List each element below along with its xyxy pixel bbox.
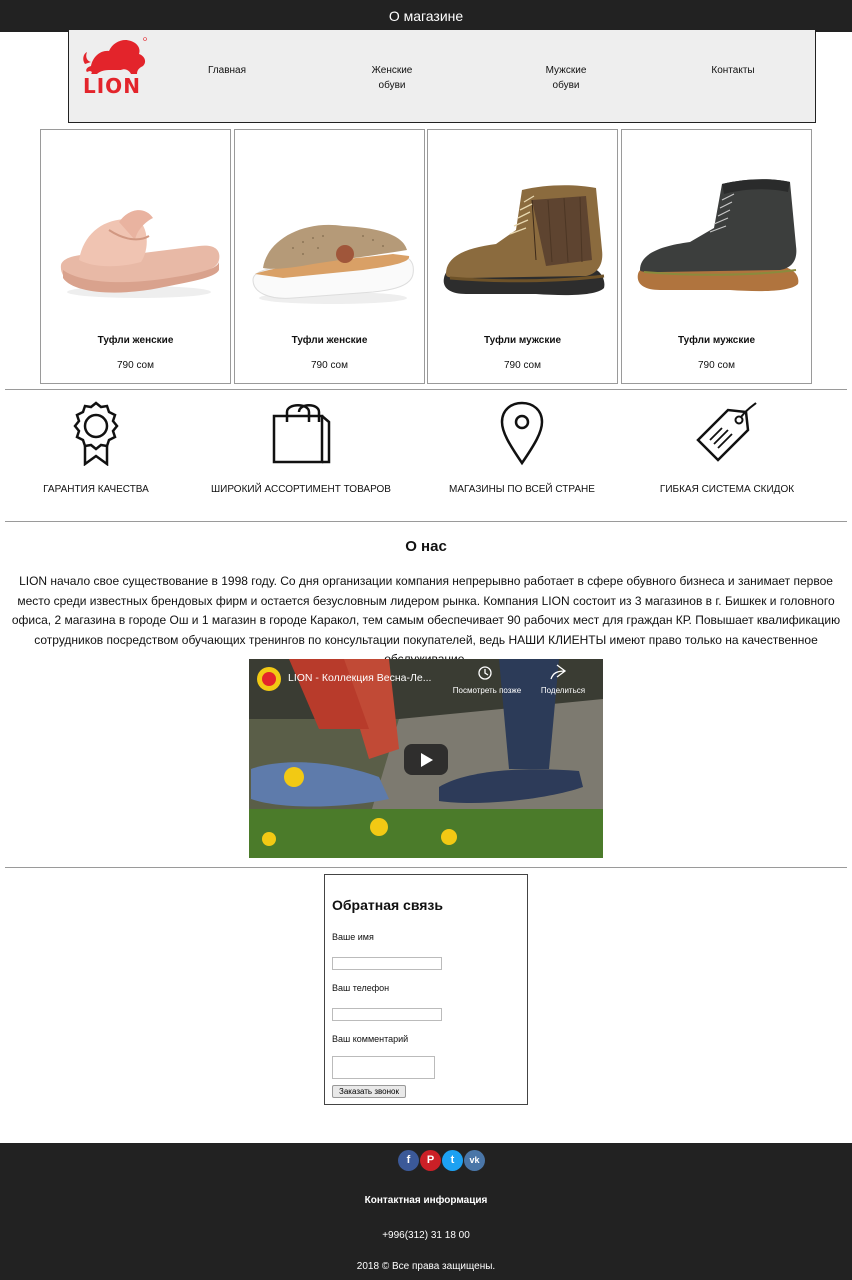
video-embed[interactable]: LION - Коллекция Весна-Ле... Посмотреть … — [249, 659, 603, 858]
about-text: LION начало свое существование в 1998 го… — [11, 574, 841, 666]
feature-label: ШИРОКИЙ АССОРТИМЕНТ ТОВАРОВ — [211, 484, 391, 495]
divider — [5, 389, 847, 390]
about-title: О нас — [405, 538, 447, 555]
divider — [5, 867, 847, 868]
video-title[interactable]: LION - Коллекция Весна-Ле... — [288, 672, 431, 684]
nav-label-line2: обуви — [552, 80, 580, 91]
product-price: 790 сом — [697, 360, 735, 371]
nav-home[interactable]: Главная — [199, 63, 255, 78]
nav-men-shoes[interactable]: Мужские обуви — [536, 63, 596, 93]
product-card[interactable]: Туфли женские 790 сом — [40, 129, 231, 384]
play-button[interactable] — [404, 744, 448, 775]
logo-text: LION — [83, 74, 141, 98]
pinterest-icon[interactable]: P — [420, 1150, 441, 1171]
vk-icon[interactable]: vk — [464, 1150, 485, 1171]
feature-label: ГИБКАЯ СИСТЕМА СКИДОК — [659, 484, 795, 495]
divider — [5, 521, 847, 522]
facebook-icon[interactable]: f — [398, 1150, 419, 1171]
site-header: LION Главная Женские обуви Мужские обуви… — [68, 30, 816, 123]
brown-mens-boot-image — [443, 185, 605, 296]
share-button[interactable]: Поделиться — [535, 686, 591, 695]
comment-label: Ваш комментарий — [332, 1034, 409, 1044]
callback-form: Обратная связь Ваше имя Ваш телефон Ваш … — [324, 874, 528, 1105]
name-label: Ваше имя — [332, 932, 374, 942]
product-card[interactable]: Туфли мужские 790 сом — [427, 129, 618, 384]
product-name: Туфли мужские — [483, 335, 562, 346]
copyright: 2018 © Все права защищены. — [356, 1261, 496, 1272]
footer-phone[interactable]: +996(312) 31 18 00 — [0, 1230, 852, 1241]
product-name: Туфли мужские — [677, 335, 756, 346]
nav-label-line2: обуви — [378, 80, 406, 91]
product-price: 790 сом — [116, 360, 154, 371]
phone-input[interactable] — [332, 1008, 442, 1021]
award-ribbon-icon — [73, 401, 119, 466]
twitter-icon[interactable]: t — [442, 1150, 463, 1171]
order-call-button[interactable]: Заказать звонок — [332, 1085, 406, 1098]
form-title: Обратная связь — [332, 897, 443, 913]
phone-label: Ваш телефон — [332, 983, 390, 993]
map-pin-icon — [500, 401, 544, 466]
pink-slide-sandal-image — [60, 210, 220, 298]
product-card[interactable]: Туфли мужские 790 сом — [621, 129, 812, 384]
nav-label: Женские — [371, 65, 413, 76]
contact-title: Контактная информация — [364, 1195, 488, 1206]
black-mens-boot-image — [637, 179, 799, 292]
feature-label: ГАРАНТИЯ КАЧЕСТВА — [43, 484, 149, 495]
product-price: 790 сом — [310, 360, 348, 371]
feature-label: МАГАЗИНЫ ПО ВСЕЙ СТРАНЕ — [449, 484, 595, 495]
top-bar: О магазине — [0, 0, 852, 32]
feature-stores: МАГАЗИНЫ ПО ВСЕЙ СТРАНЕ — [422, 400, 622, 495]
nav-label: Главная — [207, 65, 247, 76]
product-name: Туфли женские — [291, 335, 368, 346]
product-name: Туфли женские — [97, 335, 174, 346]
site-footer: f P t vk Контактная информация +996(312)… — [0, 1143, 852, 1280]
watch-later-button[interactable]: Посмотреть позже — [445, 686, 529, 695]
feature-quality: ГАРАНТИЯ КАЧЕСТВА — [0, 400, 196, 495]
feature-discounts: ГИБКАЯ СИСТЕМА СКИДОК — [627, 400, 827, 495]
price-tag-icon — [696, 402, 757, 462]
feature-assortment: ШИРОКИЙ АССОРТИМЕНТ ТОВАРОВ — [201, 400, 401, 495]
beige-platform-slide-image — [252, 224, 414, 304]
nav-women-shoes[interactable]: Женские обуви — [362, 63, 422, 93]
top-bar-title[interactable]: О магазине — [389, 8, 463, 24]
shopping-bag-icon — [272, 404, 331, 464]
name-input[interactable] — [332, 957, 442, 970]
comment-textarea[interactable] — [332, 1056, 435, 1079]
product-price: 790 сом — [503, 360, 541, 371]
nav-label: Контакты — [711, 65, 755, 76]
nav-contacts[interactable]: Контакты — [703, 63, 763, 78]
product-card[interactable]: Туфли женские 790 сом — [234, 129, 425, 384]
nav-label: Мужские — [545, 65, 587, 76]
